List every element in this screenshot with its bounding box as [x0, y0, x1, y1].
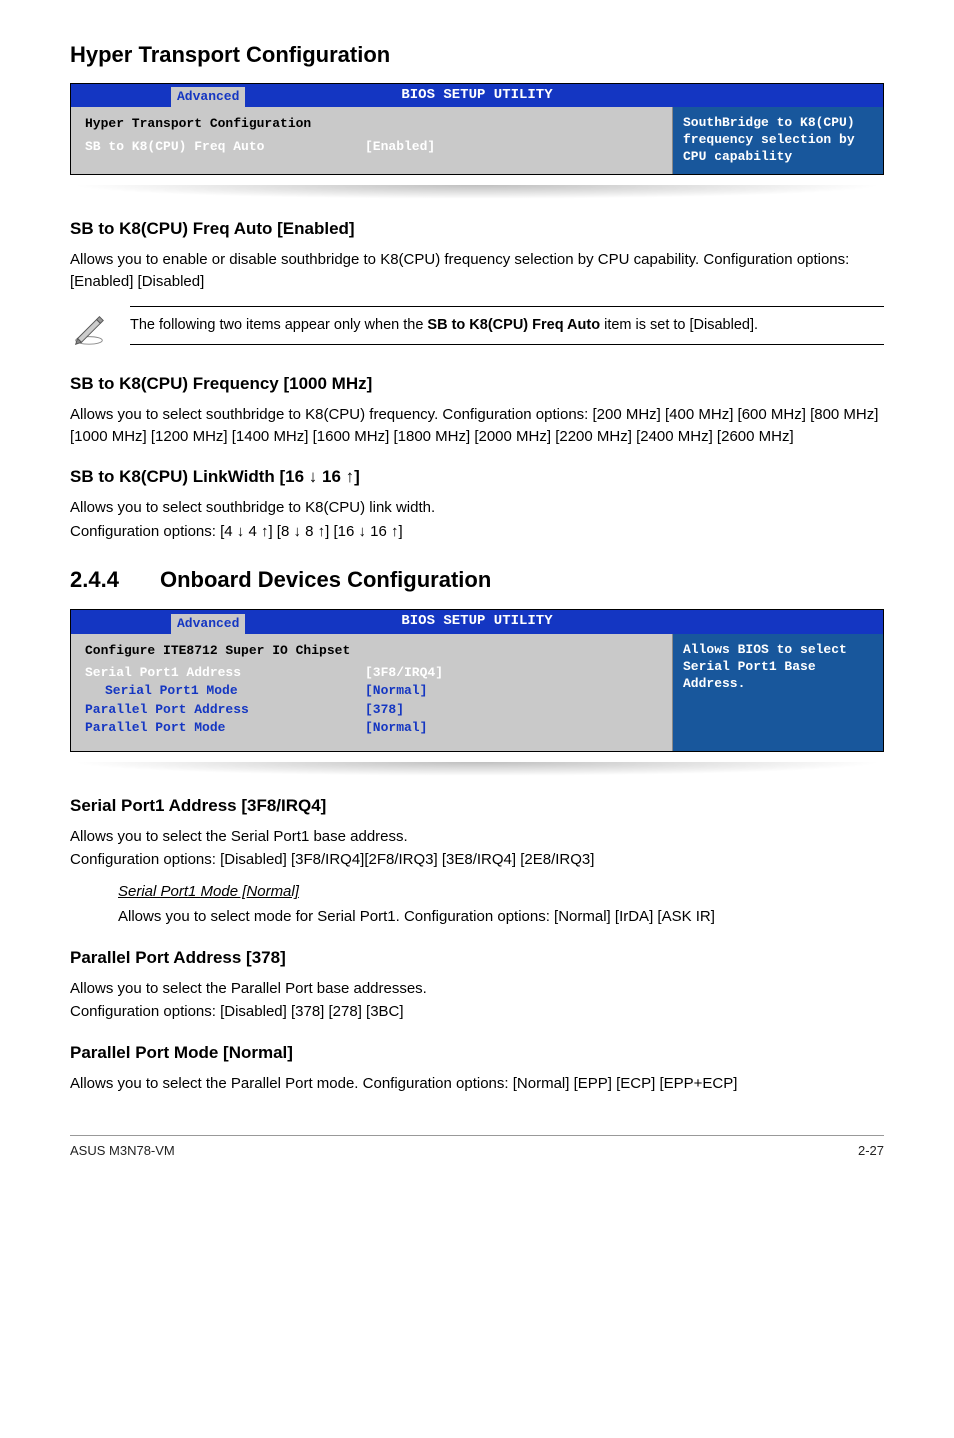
bios-row-value: [Enabled]	[365, 138, 435, 156]
bios-row-label: Serial Port1 Mode	[85, 682, 365, 700]
bios-help-text: SouthBridge to K8(CPU) frequency selecti…	[683, 115, 873, 166]
bios-row-value: [3F8/IRQ4]	[365, 664, 443, 682]
bios-tab-advanced[interactable]: Advanced	[171, 614, 245, 634]
bios-row-label: SB to K8(CPU) Freq Auto	[85, 138, 365, 156]
bios-row[interactable]: Serial Port1 Mode [Normal]	[85, 682, 658, 700]
bios-titlebar-text: BIOS SETUP UTILITY	[401, 613, 552, 629]
heading-serial-addr: Serial Port1 Address [3F8/IRQ4]	[70, 794, 884, 818]
decorative-shadow	[70, 185, 884, 199]
bios-row-label: Serial Port1 Address	[85, 664, 365, 682]
bios-row-label: Parallel Port Mode	[85, 719, 365, 737]
heading-sb-freq: SB to K8(CPU) Frequency [1000 MHz]	[70, 372, 884, 396]
body-sb-auto: Allows you to enable or disable southbri…	[70, 249, 884, 293]
note-text-part1: The following two items appear only when…	[130, 317, 427, 333]
section-title-hyper: Hyper Transport Configuration	[70, 40, 884, 71]
bios-section-heading: Configure ITE8712 Super IO Chipset	[85, 642, 658, 660]
bios-panel-hyper: BIOS SETUP UTILITY Advanced Hyper Transp…	[70, 83, 884, 175]
heading-parallel-mode: Parallel Port Mode [Normal]	[70, 1041, 884, 1065]
bios-help-text: Allows BIOS to select Serial Port1 Base …	[683, 642, 873, 693]
section-title-text: Onboard Devices Configuration	[160, 567, 491, 592]
bios-help-pane: SouthBridge to K8(CPU) frequency selecti…	[673, 107, 883, 174]
body-serial-mode: Allows you to select mode for Serial Por…	[118, 906, 884, 928]
bios-titlebar-text: BIOS SETUP UTILITY	[401, 87, 552, 103]
body-serial-addr-1: Allows you to select the Serial Port1 ba…	[70, 826, 884, 848]
bios-left-pane: Hyper Transport Configuration SB to K8(C…	[71, 107, 673, 174]
body-serial-addr-2: Configuration options: [Disabled] [3F8/I…	[70, 849, 884, 871]
bios-row-label: Parallel Port Address	[85, 701, 365, 719]
body-sb-freq: Allows you to select southbridge to K8(C…	[70, 404, 884, 448]
bios-panel-onboard: BIOS SETUP UTILITY Advanced Configure IT…	[70, 609, 884, 752]
bios-row-value: [378]	[365, 701, 404, 719]
footer-page-number: 2-27	[858, 1142, 884, 1160]
note-text-part2: item is set to [Disabled].	[600, 317, 758, 333]
bios-section-heading: Hyper Transport Configuration	[85, 115, 658, 133]
bios-row[interactable]: Parallel Port Address [378]	[85, 701, 658, 719]
heading-serial-mode: Serial Port1 Mode [Normal]	[118, 881, 884, 902]
footer-left: ASUS M3N78-VM	[70, 1142, 175, 1160]
decorative-shadow	[70, 762, 884, 776]
bios-row[interactable]: Parallel Port Mode [Normal]	[85, 719, 658, 737]
bios-row-value: [Normal]	[365, 719, 427, 737]
heading-sb-auto: SB to K8(CPU) Freq Auto [Enabled]	[70, 217, 884, 241]
note-box: The following two items appear only when…	[70, 306, 884, 354]
body-parallel-mode: Allows you to select the Parallel Port m…	[70, 1073, 884, 1095]
bios-row-value: [Normal]	[365, 682, 427, 700]
body-sb-link-2: Configuration options: [4 ↓ 4 ↑] [8 ↓ 8 …	[70, 521, 884, 543]
bios-row[interactable]: Serial Port1 Address [3F8/IRQ4]	[85, 664, 658, 682]
body-parallel-addr-2: Configuration options: [Disabled] [378] …	[70, 1001, 884, 1023]
bios-help-pane: Allows BIOS to select Serial Port1 Base …	[673, 634, 883, 751]
bios-row[interactable]: SB to K8(CPU) Freq Auto [Enabled]	[85, 138, 658, 156]
heading-parallel-addr: Parallel Port Address [378]	[70, 946, 884, 970]
section-number: 2.4.4	[70, 565, 160, 596]
body-parallel-addr-1: Allows you to select the Parallel Port b…	[70, 978, 884, 1000]
note-text: The following two items appear only when…	[130, 306, 884, 344]
bios-tab-advanced[interactable]: Advanced	[171, 87, 245, 107]
page-footer: ASUS M3N78-VM 2-27	[70, 1135, 884, 1160]
body-sb-link-1: Allows you to select southbridge to K8(C…	[70, 497, 884, 519]
pencil-note-icon	[70, 306, 108, 354]
bios-titlebar: BIOS SETUP UTILITY Advanced	[71, 610, 883, 634]
indented-block-serial-mode: Serial Port1 Mode [Normal] Allows you to…	[118, 881, 884, 928]
heading-sb-link: SB to K8(CPU) LinkWidth [16 ↓ 16 ↑]	[70, 465, 884, 489]
bios-left-pane: Configure ITE8712 Super IO Chipset Seria…	[71, 634, 673, 751]
bios-titlebar: BIOS SETUP UTILITY Advanced	[71, 84, 883, 108]
section-title-onboard: 2.4.4Onboard Devices Configuration	[70, 565, 884, 596]
note-text-bold: SB to K8(CPU) Freq Auto	[427, 317, 600, 333]
